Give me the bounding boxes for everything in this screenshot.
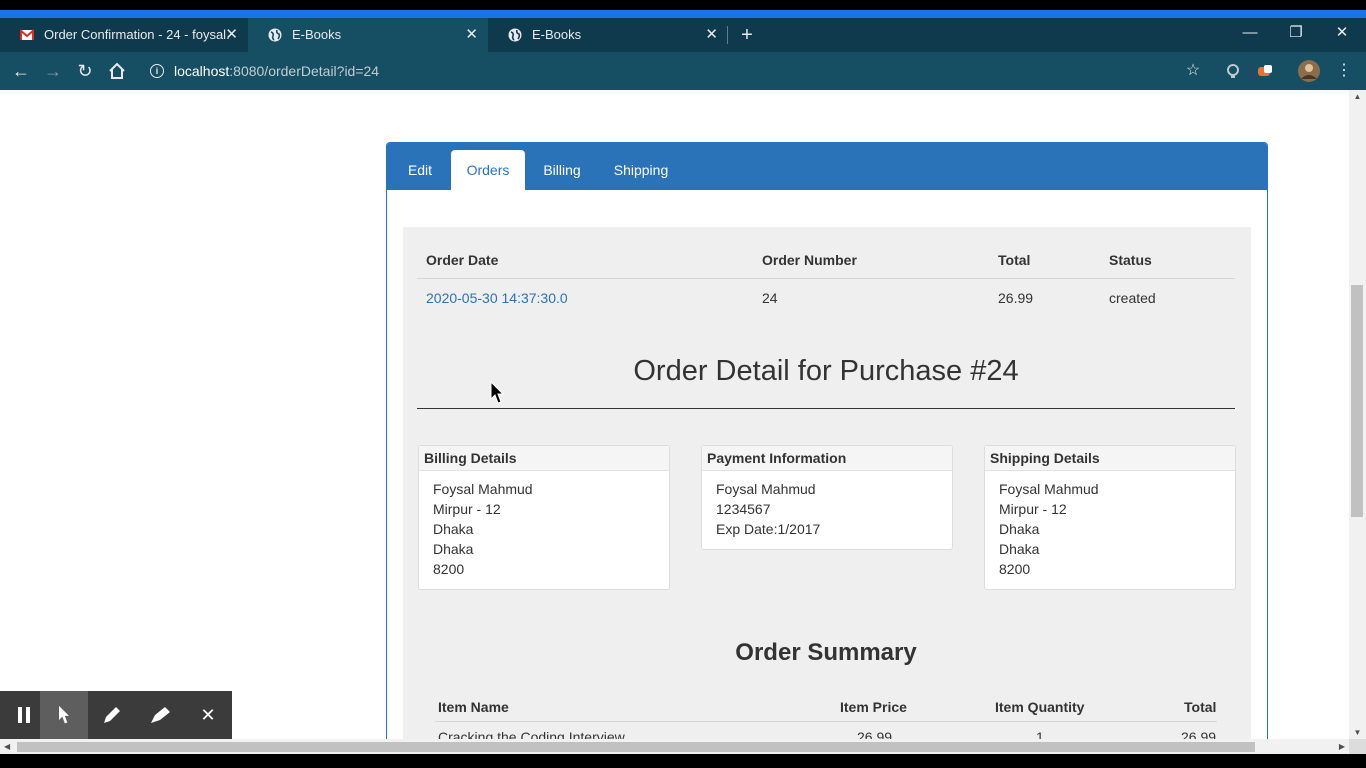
shipping-line: Dhaka (999, 521, 1040, 537)
scroll-up-arrow-icon[interactable]: ▲ (1349, 92, 1366, 101)
gmail-icon (20, 29, 34, 40)
payment-information-card: Payment Information Foysal Mahmud 123456… (701, 445, 953, 550)
billing-line: Mirpur - 12 (433, 501, 501, 517)
page-viewport: Edit Orders Billing Shipping Order Date … (0, 90, 1349, 739)
item-name: Cracking the Coding Interview (438, 729, 625, 739)
close-icon[interactable]: ✕ (705, 18, 718, 52)
tab-title: Order Confirmation - 24 - foysal. (44, 27, 230, 42)
window-close-icon[interactable]: ✕ (1319, 18, 1365, 52)
window-top-accent (0, 0, 1366, 18)
billing-line: Dhaka (433, 521, 474, 537)
item-total: 26.99 (1181, 729, 1217, 739)
title-divider (417, 408, 1235, 409)
order-status: created (1109, 290, 1156, 306)
shipping-line: 8200 (999, 561, 1031, 577)
scroll-left-arrow-icon[interactable]: ◀ (4, 739, 10, 754)
pen-tool-icon[interactable] (88, 691, 136, 739)
shipping-line: Dhaka (999, 541, 1040, 557)
screen-bottom-bar (0, 754, 1366, 768)
item-price: 26.99 (857, 729, 893, 739)
pointer-tool-icon[interactable] (40, 691, 88, 739)
column-header-item-quantity: Item Quantity (995, 699, 1085, 715)
item-quantity: 1 (1036, 729, 1044, 739)
payment-line: 1234567 (716, 501, 771, 517)
extension-icon[interactable] (1222, 60, 1244, 82)
tab-separator (727, 26, 728, 44)
back-icon[interactable]: ← (8, 58, 34, 84)
highlighter-tool-icon[interactable] (136, 691, 184, 739)
browser-tab-strip: Order Confirmation - 24 - foysal. ✕ E-Bo… (0, 18, 1366, 52)
order-date-link[interactable]: 2020-05-30 14:37:30.0 (426, 290, 568, 306)
close-icon[interactable]: ✕ (465, 18, 478, 52)
globe-icon (508, 28, 522, 42)
order-number: 24 (762, 290, 778, 306)
close-icon[interactable]: ✕ (225, 18, 238, 52)
column-header-order-number: Order Number (762, 252, 857, 268)
tab-shipping[interactable]: Shipping (605, 150, 677, 190)
tab-orders[interactable]: Orders (451, 150, 525, 190)
bookmark-star-icon[interactable]: ☆ (1182, 60, 1204, 82)
close-icon[interactable]: ✕ (184, 691, 232, 739)
screen-annotation-toolbar: ✕ (0, 691, 232, 739)
column-header-item-total: Total (1184, 699, 1217, 715)
account-panel: Edit Orders Billing Shipping Order Date … (386, 142, 1268, 739)
column-header-item-price: Item Price (840, 699, 907, 715)
tab-edit[interactable]: Edit (395, 150, 445, 190)
globe-icon (268, 28, 282, 42)
column-header-order-date: Order Date (426, 252, 499, 268)
payment-line: Exp Date:1/2017 (716, 521, 821, 537)
scroll-down-arrow-icon[interactable]: ▼ (1349, 728, 1366, 737)
avatar[interactable] (1298, 60, 1320, 82)
home-icon[interactable] (104, 58, 130, 84)
menu-kebab-icon[interactable]: ⋮ (1333, 60, 1355, 82)
billing-line: Dhaka (433, 541, 474, 557)
vertical-scrollbar[interactable]: ▲ ▼ (1349, 90, 1366, 739)
column-header-status: Status (1109, 252, 1152, 268)
billing-details-card: Billing Details Foysal Mahmud Mirpur - 1… (418, 445, 670, 590)
billing-line: Foysal Mahmud (433, 481, 533, 497)
browser-toolbar: ← → ↻ i localhost:8080/orderDetail?id=24… (0, 52, 1366, 90)
orders-content: Order Date Order Number Total Status 202… (403, 227, 1251, 739)
browser-tab-ebooks-active[interactable]: E-Books ✕ (248, 18, 488, 52)
horizontal-scrollbar[interactable]: ◀ ▶ (0, 739, 1349, 754)
order-summary-title: Order Summary (735, 639, 917, 666)
scrollbar-thumb[interactable] (17, 742, 1255, 752)
mouse-cursor-icon (490, 381, 504, 404)
shipping-line: Foysal Mahmud (999, 481, 1099, 497)
scrollbar-corner (1349, 739, 1366, 754)
minimize-icon[interactable]: — (1227, 18, 1273, 52)
tab-title: E-Books (292, 27, 342, 42)
table-divider (417, 278, 1235, 279)
card-title: Billing Details (419, 446, 669, 471)
billing-line: 8200 (433, 561, 465, 577)
order-detail-title: Order Detail for Purchase #24 (633, 355, 1019, 387)
column-header-item-name: Item Name (438, 699, 509, 715)
scrollbar-thumb[interactable] (1351, 285, 1363, 517)
tab-title: E-Books (532, 27, 582, 42)
column-header-total: Total (998, 252, 1031, 268)
shipping-line: Mirpur - 12 (999, 501, 1067, 517)
order-total: 26.99 (998, 290, 1034, 306)
browser-tab-ebooks[interactable]: E-Books ✕ (488, 18, 728, 52)
card-title: Shipping Details (985, 446, 1235, 471)
payment-line: Foysal Mahmud (716, 481, 816, 497)
panel-tab-header: Edit Orders Billing Shipping (387, 143, 1267, 190)
card-title: Payment Information (702, 446, 952, 471)
info-icon[interactable]: i (150, 64, 164, 78)
tab-billing[interactable]: Billing (533, 150, 591, 190)
extension-icon[interactable] (1254, 60, 1276, 82)
forward-icon[interactable]: → (40, 58, 66, 84)
browser-tab-gmail[interactable]: Order Confirmation - 24 - foysal. ✕ (0, 18, 248, 52)
address-bar[interactable]: i localhost:8080/orderDetail?id=24 (142, 56, 1212, 86)
new-tab-button[interactable]: + (736, 18, 758, 52)
restore-icon[interactable]: ❐ (1273, 18, 1319, 52)
reload-icon[interactable]: ↻ (72, 58, 98, 84)
address-url: localhost:8080/orderDetail?id=24 (174, 63, 380, 79)
shipping-details-card: Shipping Details Foysal Mahmud Mirpur - … (984, 445, 1236, 590)
scroll-right-arrow-icon[interactable]: ▶ (1339, 739, 1345, 754)
table-divider (435, 721, 1217, 722)
